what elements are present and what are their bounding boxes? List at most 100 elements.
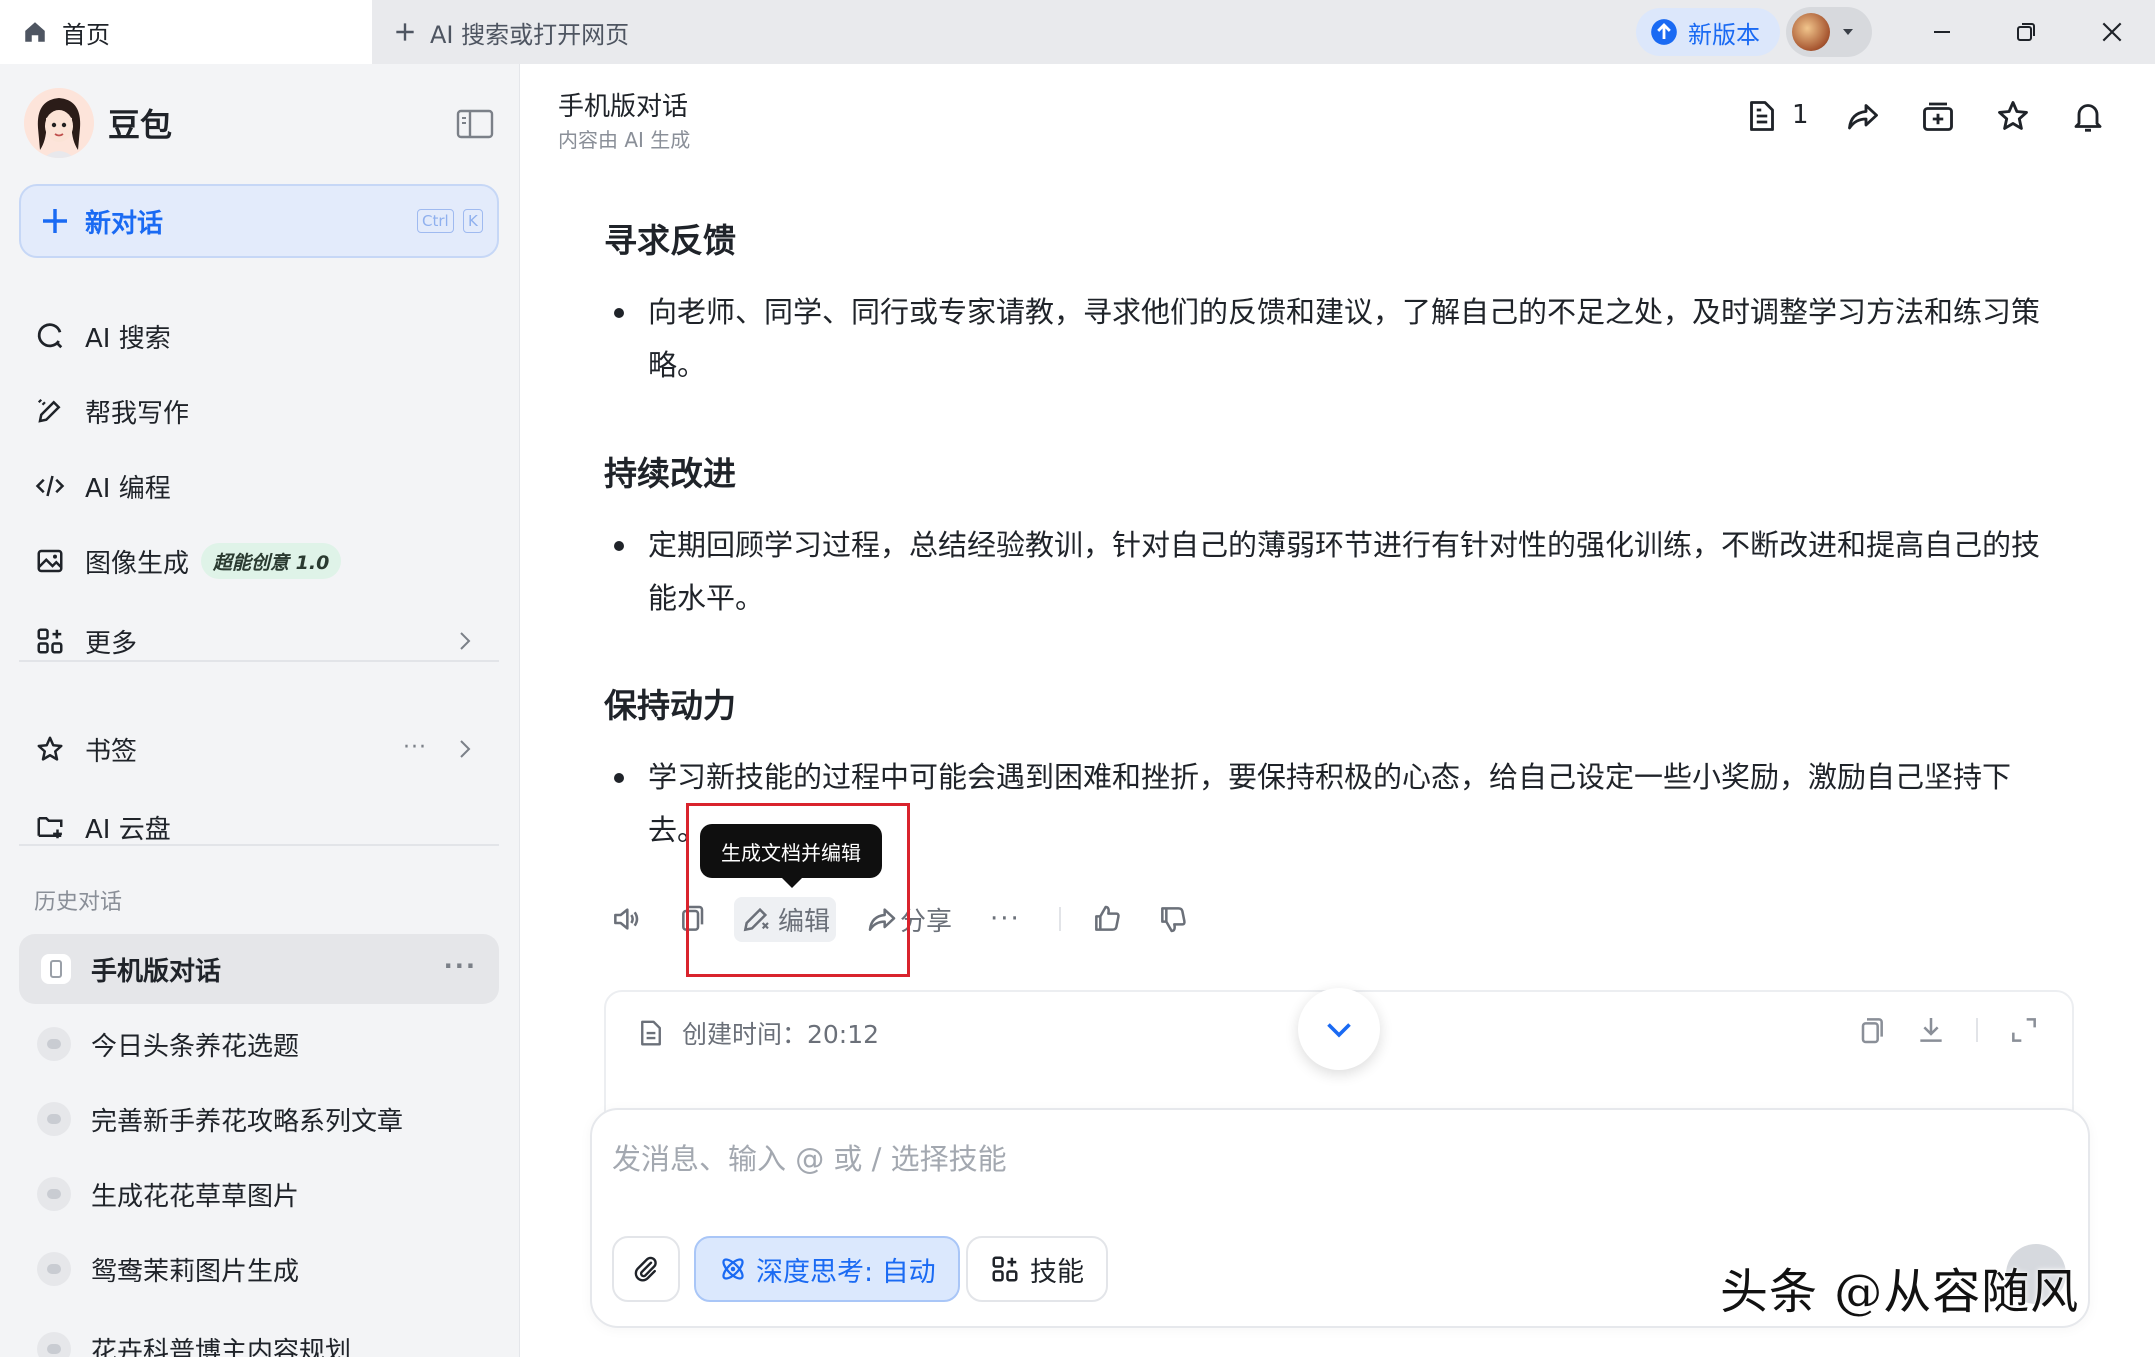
more-options-icon[interactable]: ··· [444,952,477,980]
divider [19,844,499,846]
sidebar-item-label: 图像生成 [85,548,190,579]
sidebar-toggle-icon[interactable] [455,106,495,142]
skills-button[interactable]: 技能 [966,1236,1108,1302]
sidebar-item-bookmarks[interactable]: 书签 ··· [19,717,499,781]
new-chat-button[interactable]: 新对话 Ctrl K [19,184,499,258]
new-version-label: 新版本 [1688,20,1760,49]
title-bar: 首页 AI 搜索或打开网页 新版本 [0,0,2155,64]
message-input[interactable] [612,1136,1912,1182]
section-text: 定期回顾学习过程，总结经验教训，针对自己的薄弱环节进行有针对性的强化训练，不断改… [648,528,2041,615]
bullet [614,541,624,551]
history-item-label: 生成花花草草图片 [91,1181,300,1212]
section-heading: 寻求反馈 [604,221,736,260]
history-item[interactable]: 花卉科普博主内容规划 [19,1314,499,1357]
watermark: 头条 @从容随风 [1720,1264,2080,1320]
doubao-avatar-icon [24,88,94,158]
sidebar-item-cloud[interactable]: AI 云盘 [19,795,499,859]
speaker-icon [614,908,639,930]
sidebar-item-label: 更多 [85,628,138,659]
tab-home-label: 首页 [62,20,110,49]
document-icon[interactable] [1744,98,1780,134]
bell-icon[interactable] [2070,98,2106,134]
history-item[interactable]: 手机版对话 ··· [19,934,499,1004]
close-button[interactable] [2094,14,2130,50]
copy-icon[interactable] [1855,1014,1887,1046]
shortcut-ctrl: Ctrl [417,209,454,233]
history-item[interactable]: 鸳鸯茉莉图片生成 [19,1234,499,1304]
conversation-title: 手机版对话 [558,92,689,122]
tab-new-label: AI 搜索或打开网页 [430,20,630,49]
attach-button[interactable] [612,1236,680,1302]
sidebar: 豆包 新对话 Ctrl K AI 搜索 帮我写作 AI 编程 图像生成 超能创意… [0,64,520,1357]
sidebar-item-label: AI 云盘 [85,814,171,845]
skills-label: 技能 [1030,1256,1084,1288]
chat-bubble-icon [37,1177,71,1211]
phone-icon [41,954,71,984]
history-item[interactable]: 完善新手养花攻略系列文章 [19,1084,499,1154]
history-item[interactable]: 生成花花草草图片 [19,1159,499,1229]
sidebar-item-ai-search[interactable]: AI 搜索 [19,304,499,368]
new-chat-label: 新对话 [85,208,164,239]
chevron-down-icon [1327,1023,1351,1038]
close-icon [2102,22,2122,42]
sidebar-item-coding[interactable]: AI 编程 [19,454,499,518]
new-feature-badge: 超能创意 1.0 [201,543,342,579]
document-icon [641,1020,661,1046]
annotation-highlight-box [686,803,910,977]
account-menu[interactable] [1786,7,1872,57]
section-text: 向老师、同学、同行或专家请教，寻求他们的反馈和建议，了解自己的不足之处，及时调整… [648,295,2041,382]
more-options-icon[interactable]: ··· [403,735,427,760]
like-button[interactable] [1091,903,1123,935]
bullet [614,773,624,783]
expand-icon[interactable] [2008,1014,2040,1046]
document-count: 1 [1792,100,1809,130]
chat-bubble-icon [37,1102,71,1136]
sidebar-item-writing[interactable]: 帮我写作 [19,379,499,443]
bullet [614,308,624,318]
section-heading: 持续改进 [604,454,736,493]
dislike-button[interactable] [1157,903,1189,935]
history-item-label: 花卉科普博主内容规划 [91,1336,352,1357]
restore-button[interactable] [2008,14,2044,50]
upgrade-icon [1651,19,1677,45]
minimize-button[interactable] [1924,14,1960,50]
grid-icon [992,1256,1018,1282]
add-to-collection-icon[interactable] [1920,98,1956,134]
code-icon [35,475,65,497]
avatar [1792,13,1830,51]
ai-disclaimer: 内容由 AI 生成 [558,128,691,152]
divider [1058,907,1061,931]
chevron-right-icon [460,740,471,758]
chat-bubble-icon [37,1027,71,1061]
tab-home[interactable]: 首页 [0,0,372,64]
thumbs-down-icon [1160,907,1186,933]
created-time: 创建时间：20:12 [682,1020,880,1049]
tab-new[interactable]: AI 搜索或打开网页 [392,0,629,64]
atom-icon [722,1258,744,1280]
deep-thinking-toggle[interactable]: 深度思考: 自动 [694,1236,960,1302]
new-version-button[interactable]: 新版本 [1636,8,1780,56]
pen-icon [37,398,61,423]
chat-bubble-icon [37,1252,71,1286]
minimize-icon [1934,31,1950,33]
sidebar-item-more[interactable]: 更多 [19,609,499,673]
sidebar-item-image[interactable]: 图像生成 超能创意 1.0 [19,529,499,593]
read-aloud-button[interactable] [610,903,642,935]
restore-icon [2017,23,2035,41]
image-icon [37,549,63,573]
scroll-to-bottom-button[interactable] [1298,988,1380,1070]
shortcut-k: K [463,209,483,233]
star-icon[interactable] [1995,98,2031,134]
brand-name: 豆包 [108,106,173,144]
history-item-label: 鸳鸯茉莉图片生成 [91,1256,300,1287]
history-item-label: 手机版对话 [91,956,222,987]
download-icon[interactable] [1915,1014,1947,1046]
section-heading: 保持动力 [604,686,736,725]
grid-icon [37,628,63,654]
history-item[interactable]: 今日头条养花选题 [19,1009,499,1079]
home-icon [25,22,45,42]
share-icon[interactable] [1845,98,1881,134]
divider [1976,1018,1978,1042]
more-button[interactable]: ··· [990,904,1021,934]
history-item-label: 今日头条养花选题 [91,1031,300,1062]
